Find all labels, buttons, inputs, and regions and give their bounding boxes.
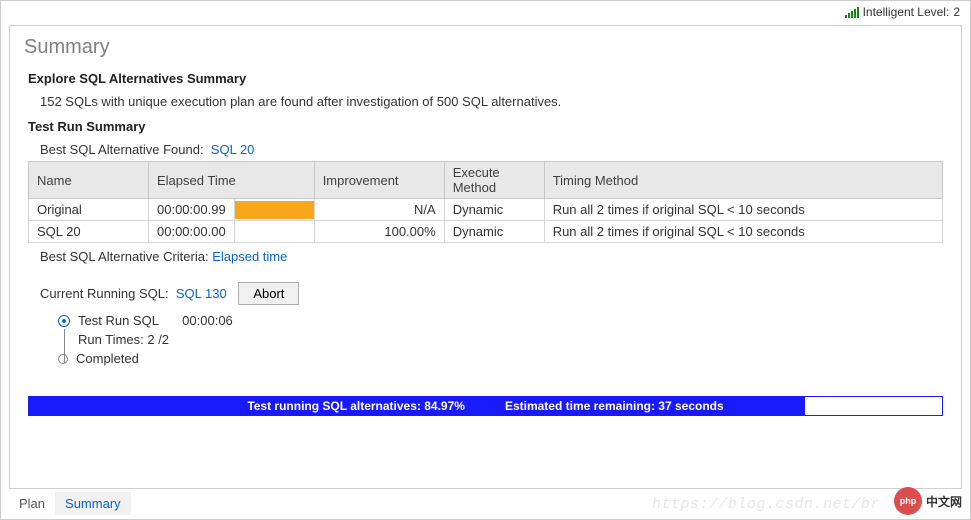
table-row[interactable]: SQL 20 00:00:00.00 100.00% Dynamic Run a… — [29, 221, 943, 243]
col-timing: Timing Method — [544, 162, 942, 199]
cell-elapsed: 00:00:00.99 — [149, 199, 235, 221]
results-table: Name Elapsed Time Improvement Execute Me… — [28, 161, 943, 243]
cell-execute: Dynamic — [444, 221, 544, 243]
watermark-text: https://blog.csdn.net/br — [652, 496, 880, 513]
progress-bar: Test running SQL alternatives: 84.97% Es… — [28, 396, 943, 416]
cell-name: SQL 20 — [29, 221, 149, 243]
col-name: Name — [29, 162, 149, 199]
php-icon: php — [894, 487, 922, 515]
cell-timing: Run all 2 times if original SQL < 10 sec… — [544, 221, 942, 243]
cell-elapsed-bar — [234, 221, 314, 243]
logo-text: 中文网 — [926, 493, 962, 510]
progress-text-1: Test running SQL alternatives: 84.97% — [247, 399, 465, 413]
explore-text: 152 SQLs with unique execution plan are … — [40, 94, 943, 109]
main-panel: Summary Explore SQL Alternatives Summary… — [9, 25, 962, 489]
tab-plan[interactable]: Plan — [9, 492, 55, 515]
bottom-tabs: Plan Summary — [9, 492, 131, 515]
cell-elapsed-bar — [234, 199, 314, 221]
col-improvement: Improvement — [314, 162, 444, 199]
signal-icon — [845, 6, 859, 18]
current-running-label: Current Running SQL: — [40, 286, 169, 301]
step-test-run-time: 00:00:06 — [182, 313, 233, 328]
explore-heading: Explore SQL Alternatives Summary — [28, 71, 943, 86]
intelligent-level-status: Intelligent Level: 2 — [845, 5, 960, 19]
cell-improvement: N/A — [314, 199, 444, 221]
step-connector-line — [64, 329, 65, 363]
step-run-times: Run Times: 2 /2 — [78, 332, 169, 347]
site-logo: php 中文网 — [894, 487, 962, 515]
criteria-link[interactable]: Elapsed time — [212, 249, 287, 264]
cell-timing: Run all 2 times if original SQL < 10 sec… — [544, 199, 942, 221]
intelligent-level-label: Intelligent Level: — [863, 5, 950, 19]
current-running-sql-link[interactable]: SQL 130 — [176, 286, 227, 301]
page-title: Summary — [10, 26, 961, 67]
table-header-row: Name Elapsed Time Improvement Execute Me… — [29, 162, 943, 199]
step-pending-icon — [58, 354, 68, 364]
table-row[interactable]: Original 00:00:00.99 N/A Dynamic Run all… — [29, 199, 943, 221]
cell-execute: Dynamic — [444, 199, 544, 221]
step-completed-label: Completed — [76, 351, 139, 366]
col-execute: Execute Method — [444, 162, 544, 199]
best-sql-link[interactable]: SQL 20 — [211, 142, 255, 157]
step-active-icon — [58, 315, 70, 327]
intelligent-level-value: 2 — [953, 5, 960, 19]
criteria-label: Best SQL Alternative Criteria: — [40, 249, 209, 264]
cell-name: Original — [29, 199, 149, 221]
progress-text-2: Estimated time remaining: 37 seconds — [505, 399, 724, 413]
abort-button[interactable]: Abort — [238, 282, 299, 305]
step-test-run-label: Test Run SQL — [78, 313, 159, 328]
cell-elapsed: 00:00:00.00 — [149, 221, 235, 243]
col-elapsed: Elapsed Time — [149, 162, 315, 199]
best-sql-label: Best SQL Alternative Found: — [40, 142, 204, 157]
testrun-heading: Test Run Summary — [28, 119, 943, 134]
run-steps: Test Run SQL 00:00:06 Run Times: 2 /2 Co… — [58, 313, 943, 366]
tab-summary[interactable]: Summary — [55, 492, 131, 515]
cell-improvement: 100.00% — [314, 221, 444, 243]
